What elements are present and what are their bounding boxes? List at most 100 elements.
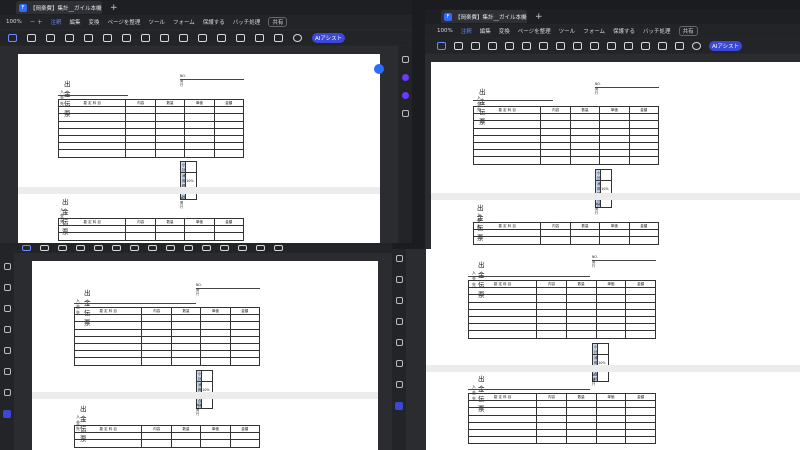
signature-icon[interactable] xyxy=(274,245,283,251)
underline-icon[interactable] xyxy=(46,34,55,42)
menu-item-form[interactable]: フォーム xyxy=(173,18,195,26)
assistant-bubble-icon[interactable] xyxy=(374,64,384,74)
signature-icon[interactable] xyxy=(675,42,684,50)
select-tool-icon[interactable] xyxy=(437,42,446,50)
ai-panel-icon[interactable] xyxy=(395,402,403,410)
underline-icon[interactable] xyxy=(471,42,480,50)
document-canvas[interactable]: 出金伝票 入金先 NO. 発行 勘 定 科 目内容 数量 単価 金額 小計 消費… xyxy=(0,46,398,243)
menu-item-edit[interactable]: 編集 xyxy=(70,18,81,26)
eraser-icon[interactable] xyxy=(130,245,139,251)
comments-icon[interactable] xyxy=(395,276,403,283)
menu-item-batch[interactable]: バッチ処理 xyxy=(643,27,671,35)
search-icon[interactable] xyxy=(395,360,403,367)
comments-icon[interactable] xyxy=(3,284,11,291)
squiggly-icon[interactable] xyxy=(488,42,497,50)
callout-icon[interactable] xyxy=(166,245,175,251)
ai-panel-icon[interactable] xyxy=(3,410,11,418)
document-tab[interactable]: F 【岡楽費】集計__ガイル本機一 × xyxy=(16,1,102,14)
note-icon[interactable] xyxy=(590,42,599,50)
menu-item-annotate[interactable]: 注釈 xyxy=(461,27,472,35)
strikethrough-icon[interactable] xyxy=(454,42,463,50)
text-icon[interactable] xyxy=(505,42,514,50)
signature-panel-icon[interactable] xyxy=(3,389,11,396)
attachment-icon[interactable] xyxy=(217,34,226,42)
menu-item-convert[interactable]: 変換 xyxy=(89,18,100,26)
ai-tools-icon[interactable] xyxy=(401,92,409,99)
share-button[interactable]: 共有 xyxy=(268,17,288,27)
menu-item-organize[interactable]: ページを整理 xyxy=(518,27,551,35)
bookmark-icon[interactable] xyxy=(395,297,403,304)
highlighter-icon[interactable] xyxy=(103,34,112,42)
signature-icon[interactable] xyxy=(274,34,283,42)
highlighter-icon[interactable] xyxy=(112,245,121,251)
select-tool-icon[interactable] xyxy=(8,34,17,42)
text-icon[interactable] xyxy=(84,34,93,42)
zoom-level[interactable]: 100% xyxy=(6,19,22,25)
attachment-icon[interactable] xyxy=(220,245,229,251)
stamp-icon[interactable] xyxy=(256,245,265,251)
measure-icon[interactable] xyxy=(236,34,245,42)
search-icon[interactable] xyxy=(3,368,11,375)
chat-icon[interactable] xyxy=(401,74,409,81)
layers-icon[interactable] xyxy=(3,326,11,333)
menu-item-convert[interactable]: 変換 xyxy=(499,27,510,35)
shape-icon[interactable] xyxy=(607,42,616,50)
note-icon[interactable] xyxy=(184,245,193,251)
thumbnails-icon[interactable] xyxy=(3,263,11,270)
textbox-icon[interactable] xyxy=(148,245,157,251)
menu-item-organize[interactable]: ページを整理 xyxy=(108,18,141,26)
document-canvas[interactable]: 出金伝票 入金先 NO. 発行 勘 定 科 目内容 数量 単価 金額 小計 消費… xyxy=(425,54,800,249)
note-icon[interactable] xyxy=(179,34,188,42)
stamp-icon[interactable] xyxy=(255,34,264,42)
strikethrough-icon[interactable] xyxy=(27,34,36,42)
menu-item-annotate[interactable]: 注釈 xyxy=(50,18,61,26)
thumbnails-icon[interactable] xyxy=(395,255,403,262)
bookmark-icon[interactable] xyxy=(3,305,11,312)
attachment-icon[interactable] xyxy=(624,42,633,50)
zoom-level[interactable]: 100% xyxy=(437,28,453,34)
menu-item-protect[interactable]: 保護する xyxy=(203,18,225,26)
stamp-icon[interactable] xyxy=(658,42,667,50)
ai-assistant-button[interactable]: AIアシスト xyxy=(709,41,743,51)
new-tab-icon[interactable]: + xyxy=(110,3,118,13)
menu-item-tools[interactable]: ツール xyxy=(148,18,165,26)
menu-item-edit[interactable]: 編集 xyxy=(480,27,491,35)
eraser-icon[interactable] xyxy=(539,42,548,50)
page-divider xyxy=(18,187,380,194)
zoom-controls[interactable]: － ＋ xyxy=(30,18,43,26)
highlighter-icon[interactable] xyxy=(522,42,531,50)
eraser-icon[interactable] xyxy=(122,34,131,42)
callout-icon[interactable] xyxy=(160,34,169,42)
squiggly-icon[interactable] xyxy=(65,34,74,42)
settings-icon[interactable] xyxy=(401,110,409,117)
eye-icon[interactable] xyxy=(293,34,302,42)
eye-icon[interactable] xyxy=(692,42,701,50)
shape-icon[interactable] xyxy=(198,34,207,42)
textbox-icon[interactable] xyxy=(556,42,565,50)
measure-icon[interactable] xyxy=(641,42,650,50)
strikethrough-icon[interactable] xyxy=(40,245,49,251)
menu-item-form[interactable]: フォーム xyxy=(583,27,605,35)
signature-panel-icon[interactable] xyxy=(395,381,403,388)
share-button[interactable]: 共有 xyxy=(678,26,698,36)
menu-item-tools[interactable]: ツール xyxy=(559,27,576,35)
attachments-icon[interactable] xyxy=(395,339,403,346)
document-canvas[interactable]: 出金伝票 入金先 NO. 発行 勘 定 科 目内容 数量 単価 金額 小計 消費… xyxy=(14,253,392,450)
callout-icon[interactable] xyxy=(573,42,582,50)
ai-assistant-button[interactable]: AIアシスト xyxy=(312,33,346,43)
layers-icon[interactable] xyxy=(395,318,403,325)
attachments-icon[interactable] xyxy=(3,347,11,354)
underline-icon[interactable] xyxy=(58,245,67,251)
document-tab[interactable]: F 【岡楽費】集計__ガイル本機一 × xyxy=(441,10,527,23)
text-icon[interactable] xyxy=(94,245,103,251)
shape-icon[interactable] xyxy=(202,245,211,251)
document-canvas[interactable]: 出金伝票 入金先 NO. 発行 勘 定 科 目内容 数量 単価 金額 小計 消費… xyxy=(406,249,800,450)
new-tab-icon[interactable]: + xyxy=(535,12,543,22)
panel-icon[interactable] xyxy=(401,56,409,63)
measure-icon[interactable] xyxy=(238,245,247,251)
select-tool-icon[interactable] xyxy=(22,245,31,251)
textbox-icon[interactable] xyxy=(141,34,150,42)
squiggly-icon[interactable] xyxy=(76,245,85,251)
menu-item-protect[interactable]: 保護する xyxy=(613,27,635,35)
menu-item-batch[interactable]: バッチ処理 xyxy=(233,18,261,26)
